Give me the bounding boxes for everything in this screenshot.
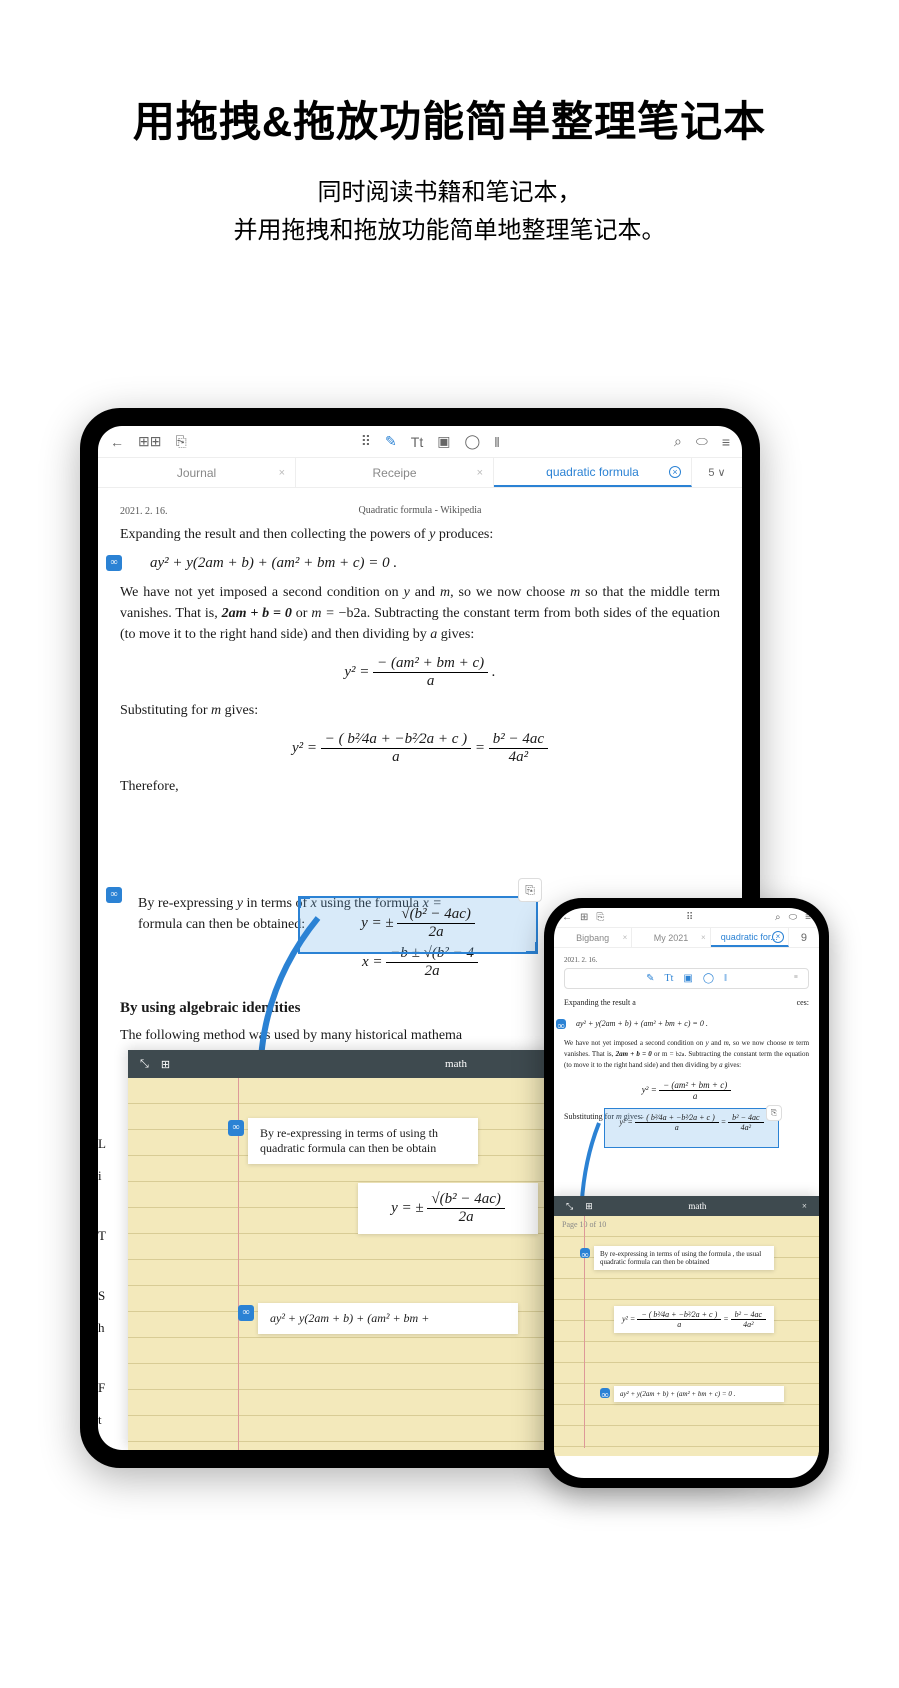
copy-icon[interactable]: ⎘ <box>518 878 542 902</box>
grid-icon[interactable]: ⊞ <box>580 912 588 923</box>
note-snippet[interactable]: By re-expressing in terms of using the f… <box>594 1246 774 1270</box>
close-icon[interactable]: × <box>772 931 784 943</box>
tab-overflow[interactable]: 9 <box>789 928 819 947</box>
iphone-device: ← ⊞ ⎘ ⠿ ⌕ ⬭ ≡ Bigbang× My 2021× quadrati… <box>544 898 829 1488</box>
text-tool-icon[interactable]: Tt <box>411 434 423 450</box>
doc-date: 2021. 2. 16. <box>564 956 809 964</box>
tab-my2021[interactable]: My 2021× <box>632 928 710 947</box>
paragraph: Expanding the result aces: <box>564 997 809 1009</box>
link-badge-icon[interactable] <box>106 887 122 903</box>
add-page-icon[interactable]: ⎘ <box>175 433 186 450</box>
tab-quadratic[interactable]: quadratic formula× <box>494 458 692 487</box>
doc-source: Quadratic formula - Wikipedia <box>120 505 720 516</box>
iphone-screen: ← ⊞ ⎘ ⠿ ⌕ ⬭ ≡ Bigbang× My 2021× quadrati… <box>554 908 819 1478</box>
split-icon[interactable]: ‖ <box>494 434 500 450</box>
formula: y² = − (am² + bm + c)a <box>564 1080 809 1101</box>
note-panel[interactable]: ⤡ ⊞ math × Page 10 of 10 By re-expressin… <box>554 1196 819 1456</box>
link-badge-icon[interactable] <box>238 1305 254 1321</box>
pill-icon[interactable]: ⬭ <box>696 433 708 450</box>
tab-bar: Bigbang× My 2021× quadratic for...× 9 <box>554 928 819 948</box>
tab-bar: Journal× Receipe× quadratic formula× 5 ∨ <box>98 458 742 488</box>
back-icon[interactable]: ← <box>110 434 124 450</box>
close-icon[interactable]: × <box>669 466 681 478</box>
link-badge-icon[interactable] <box>580 1248 590 1258</box>
back-icon[interactable]: ← <box>562 912 572 923</box>
clipped-text: Li T Sh Ft <box>98 1128 106 1436</box>
note-snippet[interactable]: ay² + y(2am + b) + (am² + bm + c) = 0 . <box>614 1386 784 1402</box>
close-icon[interactable]: × <box>802 1201 807 1211</box>
selection-box[interactable]: ⎘ y² = − ( b²⁄4a + −b²⁄2a + c )a = b² − … <box>604 1108 779 1148</box>
tab-journal[interactable]: Journal× <box>98 458 296 487</box>
comment-icon[interactable]: ◯ <box>703 973 714 984</box>
pen-icon[interactable]: ✎ <box>646 973 654 984</box>
paragraph: Therefore, <box>120 776 720 797</box>
paragraph: Expanding the result and then collecting… <box>120 524 720 545</box>
toolbar: ← ⊞⊞ ⎘ ⠿ ✎ Tt ▣ ◯ ‖ ⌕ ⬭ ≡ <box>98 426 742 458</box>
hero-title: 用拖拽&拖放功能简单整理笔记本 <box>0 88 899 149</box>
apps-icon[interactable]: ⠿ <box>686 912 693 923</box>
grid-icon[interactable]: ⊞ <box>161 1058 170 1071</box>
formula: y² = − (am² + bm + c)a . <box>120 655 720 690</box>
close-icon[interactable]: × <box>279 467 285 479</box>
tab-quadratic[interactable]: quadratic for...× <box>711 928 789 947</box>
collapse-icon[interactable]: ⤡ <box>140 1058 149 1071</box>
page-indicator: Page 10 of 10 <box>554 1216 819 1233</box>
menu-icon[interactable]: ≡ <box>805 912 811 923</box>
link-badge-icon[interactable] <box>556 1019 566 1029</box>
note-title: math <box>605 1201 790 1211</box>
paragraph: We have not yet imposed a second conditi… <box>564 1038 809 1070</box>
formula: ay² + y(2am + b) + (am² + bm + c) = 0 . <box>564 1019 809 1028</box>
add-page-icon[interactable]: ⎘ <box>596 912 604 923</box>
search-icon[interactable]: ⌕ <box>775 912 781 923</box>
comment-icon[interactable]: ◯ <box>464 433 480 450</box>
image-tool-icon[interactable]: ▣ <box>683 973 692 984</box>
note-snippet[interactable]: y² = − ( b²⁄4a + −b²⁄2a + c )a = b² − 4a… <box>614 1306 774 1333</box>
note-snippet[interactable]: By re-expressing in terms of using th qu… <box>248 1118 478 1164</box>
close-icon[interactable]: × <box>623 933 628 942</box>
close-icon[interactable]: × <box>701 933 706 942</box>
paragraph: Substituting for m gives: <box>120 700 720 721</box>
formula: y² = − ( b²⁄4a + −b²⁄2a + c )a = b² − 4a… <box>120 731 720 766</box>
search-icon[interactable]: ⌕ <box>674 433 682 450</box>
image-tool-icon[interactable]: ▣ <box>437 433 450 450</box>
link-badge-icon[interactable] <box>106 555 122 571</box>
note-snippet[interactable]: ay² + y(2am + b) + (am² + bm + <box>258 1303 518 1334</box>
text-tool-icon[interactable]: Tt <box>665 973 674 984</box>
pill-icon[interactable]: ⬭ <box>789 912 798 923</box>
tab-receipe[interactable]: Receipe× <box>296 458 494 487</box>
grid-icon[interactable]: ⊞ <box>585 1201 593 1212</box>
tab-bigbang[interactable]: Bigbang× <box>554 928 632 947</box>
menu-icon[interactable]: ≡ <box>722 434 730 450</box>
toolbar: ← ⊞ ⎘ ⠿ ⌕ ⬭ ≡ <box>554 908 819 928</box>
link-badge-icon[interactable] <box>600 1388 610 1398</box>
hero-subtitle: 同时阅读书籍和笔记本， 并用拖拽和拖放功能简单地整理笔记本。 <box>0 174 899 251</box>
formula: ay² + y(2am + b) + (am² + bm + c) = 0 . <box>120 555 720 572</box>
document-view[interactable]: 2021. 2. 16. ✎ Tt ▣ ◯ ‖ ≡ Expanding the … <box>554 948 819 1456</box>
note-snippet[interactable]: y = ± √(b² − 4ac)2a <box>358 1183 538 1234</box>
apps-icon[interactable]: ⠿ <box>361 433 371 450</box>
paragraph: We have not yet imposed a second conditi… <box>120 582 720 645</box>
link-badge-icon[interactable] <box>228 1120 244 1136</box>
pen-icon[interactable]: ✎ <box>385 433 397 450</box>
copy-icon[interactable]: ⎘ <box>766 1105 782 1121</box>
tab-overflow[interactable]: 5 ∨ <box>692 458 742 487</box>
selection-box[interactable]: ⎘ y = ± √(b² − 4ac)2a <box>298 896 538 954</box>
caption-icon[interactable]: ≡ <box>794 973 798 981</box>
collapse-icon[interactable]: ⤡ <box>566 1201 573 1212</box>
split-icon[interactable]: ‖ <box>724 973 727 984</box>
grid-icon[interactable]: ⊞⊞ <box>138 433 161 450</box>
close-icon[interactable]: × <box>477 467 483 479</box>
